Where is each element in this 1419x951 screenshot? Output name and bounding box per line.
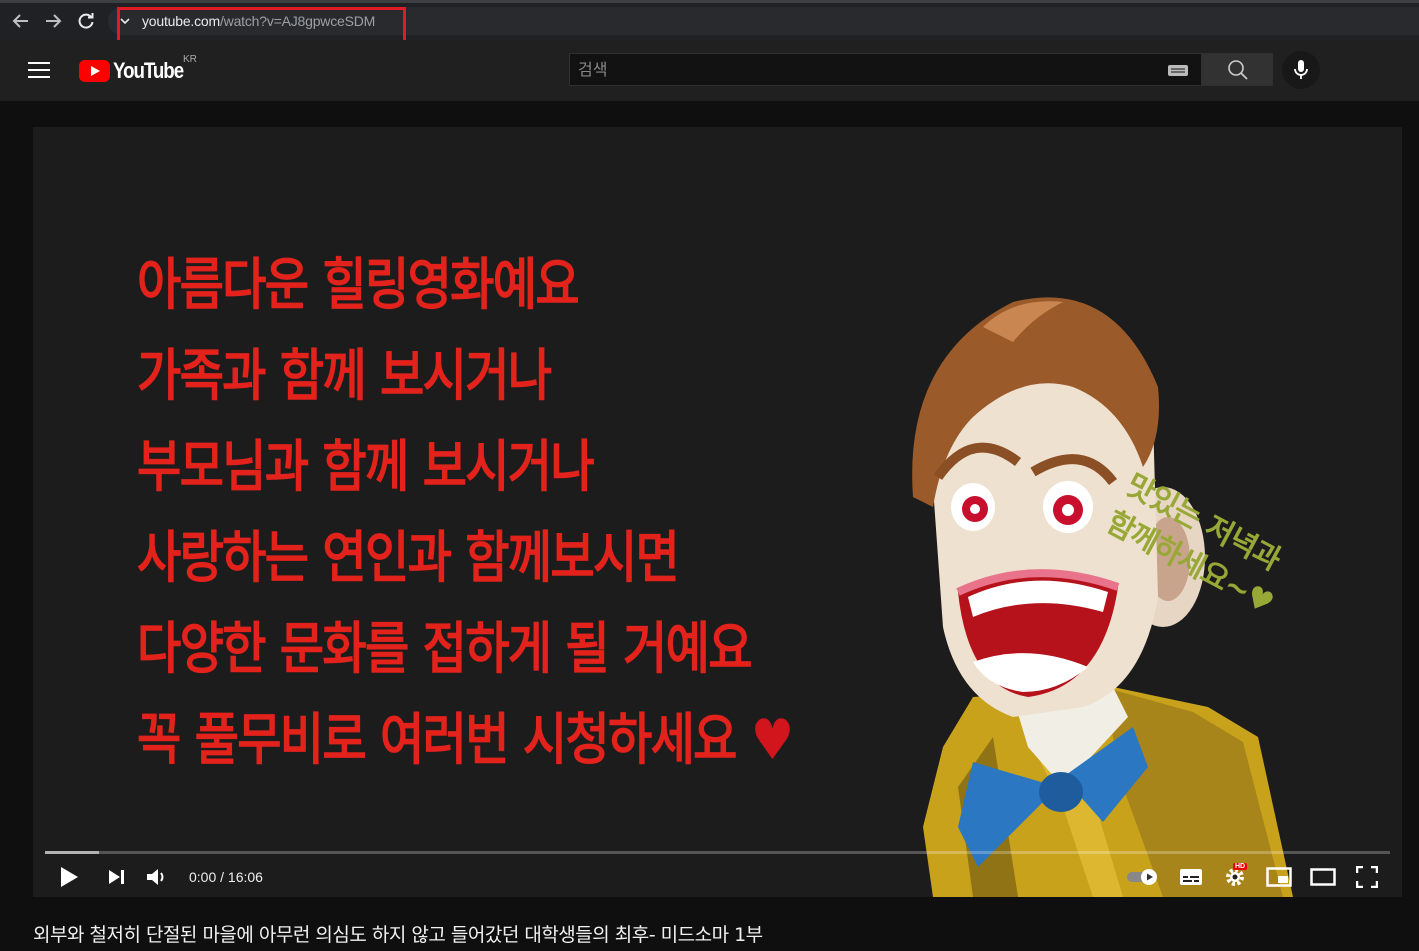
play-icon — [61, 867, 78, 887]
hd-badge: HD — [1233, 863, 1248, 870]
play-button[interactable] — [53, 861, 85, 893]
theater-mode-icon — [1310, 868, 1336, 886]
miniplayer-icon — [1266, 867, 1292, 887]
next-button[interactable] — [101, 861, 133, 893]
arrow-left-icon — [12, 14, 28, 28]
autoplay-toggle-icon — [1127, 869, 1157, 885]
progress-bar[interactable] — [45, 851, 1390, 854]
heart-icon: ♥ — [750, 708, 794, 773]
time-display: 0:00 / 16:06 — [189, 869, 263, 885]
player-controls: 0:00 / 16:06 HD — [33, 857, 1402, 897]
autoplay-toggle[interactable] — [1123, 861, 1163, 893]
time-separator: / — [216, 869, 228, 885]
miniplayer-button[interactable] — [1263, 861, 1295, 893]
search-box — [569, 53, 1202, 86]
voice-search-button[interactable] — [1282, 51, 1320, 89]
fullscreen-icon — [1356, 866, 1378, 888]
video-player[interactable]: 아름다운 힐링영화예요 가족과 함께 보시거나 부모님과 함께 보시거나 사랑하… — [33, 127, 1402, 897]
time-total: 16:06 — [227, 869, 263, 885]
overlay-line: 사랑하는 연인과 함께보시면 — [137, 526, 680, 591]
search-icon — [1227, 59, 1248, 80]
youtube-masthead: YouTube KR — [0, 40, 1419, 101]
settings-button[interactable]: HD — [1219, 861, 1251, 893]
volume-button[interactable] — [141, 861, 173, 893]
url-host: youtube.com — [142, 13, 220, 29]
logo-wordmark: YouTube — [113, 58, 184, 83]
time-current: 0:00 — [189, 869, 217, 885]
skip-next-icon — [109, 870, 124, 884]
overlay-line-last: 꼭 풀무비로 여러번 시청하세요 ♥ — [137, 695, 794, 786]
video-title: 외부와 철저히 단절된 마을에 아무런 의심도 하지 않고 들어갔던 대학생들의… — [33, 924, 763, 946]
youtube-logo[interactable]: YouTube KR — [79, 54, 197, 84]
forward-button[interactable] — [40, 9, 66, 33]
progress-buffered — [45, 851, 99, 854]
overlay-line: 부모님과 함께 보시거나 — [137, 435, 595, 500]
overlay-line: 가족과 함께 보시거나 — [137, 344, 552, 409]
region-code: KR — [183, 54, 197, 65]
subtitles-button[interactable] — [1175, 861, 1207, 893]
overlay-line-text: 꼭 풀무비로 여러번 시청하세요 — [137, 708, 737, 773]
search-input[interactable] — [570, 54, 1160, 85]
hamburger-menu-icon[interactable] — [24, 57, 54, 83]
chevron-down-icon[interactable] — [118, 14, 132, 28]
subtitles-icon — [1180, 869, 1202, 885]
arrow-right-icon — [46, 14, 62, 28]
keyboard-icon[interactable] — [1168, 65, 1188, 76]
overlay-line: 아름다운 힐링영화예요 — [137, 253, 580, 318]
url-text[interactable]: youtube.com/watch?v=AJ8gpwceSDM — [142, 13, 375, 29]
theater-mode-button[interactable] — [1307, 861, 1339, 893]
back-button[interactable] — [8, 9, 34, 33]
overlay-line: 다양한 문화를 접하게 될 거예요 — [137, 617, 753, 682]
search-button[interactable] — [1202, 53, 1273, 86]
address-bar[interactable]: youtube.com/watch?v=AJ8gpwceSDM — [108, 7, 1419, 35]
reload-icon — [78, 13, 94, 29]
reload-button[interactable] — [73, 9, 99, 33]
microphone-icon — [1294, 60, 1308, 79]
volume-icon — [147, 869, 164, 885]
youtube-play-logo-icon — [79, 60, 110, 82]
url-path: /watch?v=AJ8gpwceSDM — [219, 13, 376, 29]
browser-toolbar: youtube.com/watch?v=AJ8gpwceSDM — [0, 0, 1419, 43]
video-overlay-text: 아름다운 힐링영화예요 가족과 함께 보시거나 부모님과 함께 보시거나 사랑하… — [137, 240, 897, 786]
fullscreen-button[interactable] — [1351, 861, 1383, 893]
